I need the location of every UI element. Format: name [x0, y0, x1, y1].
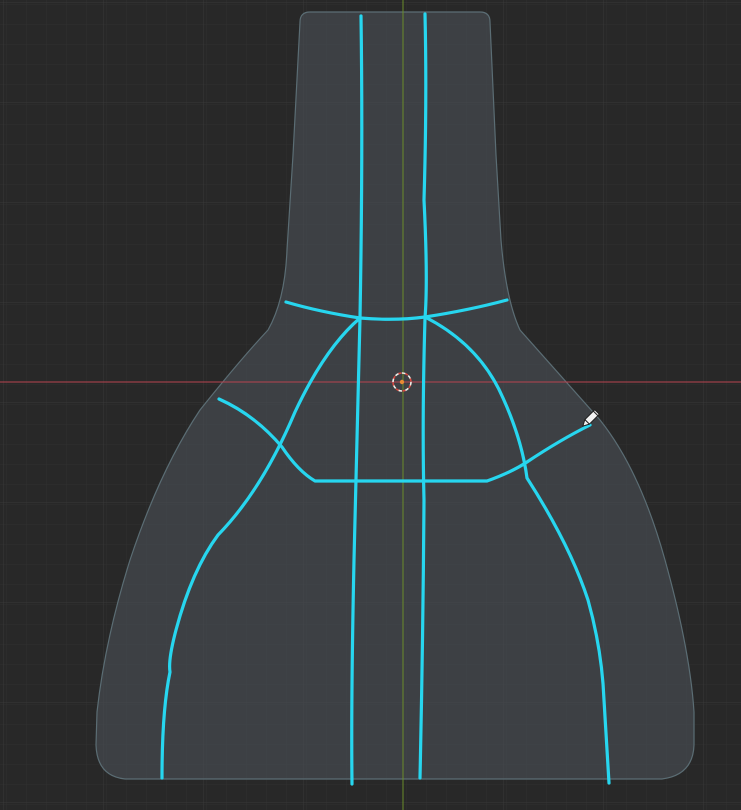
viewport-canvas[interactable] — [0, 0, 741, 810]
3d-viewport[interactable] — [0, 0, 741, 810]
